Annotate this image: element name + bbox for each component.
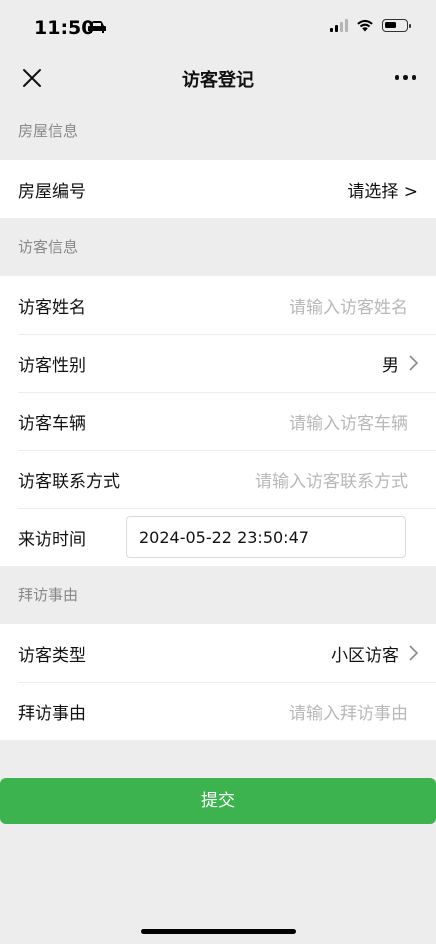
visit-time-input[interactable]: 2024-05-22 23:50:47 [126, 516, 406, 558]
visitor-gender-value: 男 [382, 355, 399, 376]
house-number-label: 房屋编号 [18, 181, 86, 202]
more-icon[interactable] [394, 75, 416, 80]
visit-time-row: 来访时间 2024-05-22 23:50:47 [0, 508, 436, 566]
status-bar: 11:50 [0, 0, 436, 54]
visit-reason-input[interactable]: 请输入拜访事由 [289, 699, 408, 724]
visitor-gender-row[interactable]: 访客性别 男 [0, 334, 436, 392]
visitor-contact-row: 访客联系方式 请输入访客联系方式 [0, 450, 436, 508]
battery-icon [382, 19, 411, 32]
section-header-reason: 拜访事由 [0, 566, 436, 624]
page-title: 访客登记 [182, 70, 254, 91]
visitor-name-label: 访客姓名 [18, 297, 86, 318]
visitor-gender-label: 访客性别 [18, 355, 86, 376]
visitor-type-label: 访客类型 [18, 645, 86, 666]
status-indicators [330, 19, 411, 32]
visitor-gender-select[interactable]: 男 [382, 351, 418, 376]
visitor-contact-label: 访客联系方式 [18, 471, 120, 492]
section-header-visitor: 访客信息 [0, 218, 436, 276]
submit-area: 提交 [0, 778, 436, 824]
visitor-type-select[interactable]: 小区访客 [331, 641, 418, 666]
form: 房屋信息 房屋编号 请选择 > 访客信息 访客姓名 请输入访客姓名 访客性别 男… [0, 102, 436, 740]
nav-bar: 访客登记 [0, 54, 436, 102]
visitor-name-input[interactable]: 请输入访客姓名 [289, 293, 408, 318]
submit-button[interactable]: 提交 [0, 778, 436, 824]
visitor-vehicle-input[interactable]: 请输入访客车辆 [289, 409, 408, 434]
car-icon [88, 21, 106, 33]
house-number-row[interactable]: 房屋编号 请选择 > [0, 160, 436, 218]
wifi-icon [357, 19, 373, 32]
visitor-contact-input[interactable]: 请输入访客联系方式 [255, 467, 408, 492]
visitor-type-row[interactable]: 访客类型 小区访客 [0, 624, 436, 682]
status-time: 11:50 [34, 17, 95, 39]
visitor-name-row: 访客姓名 请输入访客姓名 [0, 276, 436, 334]
home-indicator [141, 929, 296, 934]
visit-reason-label: 拜访事由 [18, 703, 86, 724]
visit-reason-row: 拜访事由 请输入拜访事由 [0, 682, 436, 740]
chevron-right-icon [409, 645, 418, 661]
chevron-right-icon [409, 355, 418, 371]
section-header-house: 房屋信息 [0, 102, 436, 160]
house-number-picker[interactable]: 请选择 > [347, 177, 418, 202]
signal-icon [330, 19, 348, 32]
visitor-vehicle-row: 访客车辆 请输入访客车辆 [0, 392, 436, 450]
visit-time-label: 来访时间 [18, 529, 86, 550]
visitor-vehicle-label: 访客车辆 [18, 413, 86, 434]
visitor-type-value: 小区访客 [331, 645, 399, 666]
